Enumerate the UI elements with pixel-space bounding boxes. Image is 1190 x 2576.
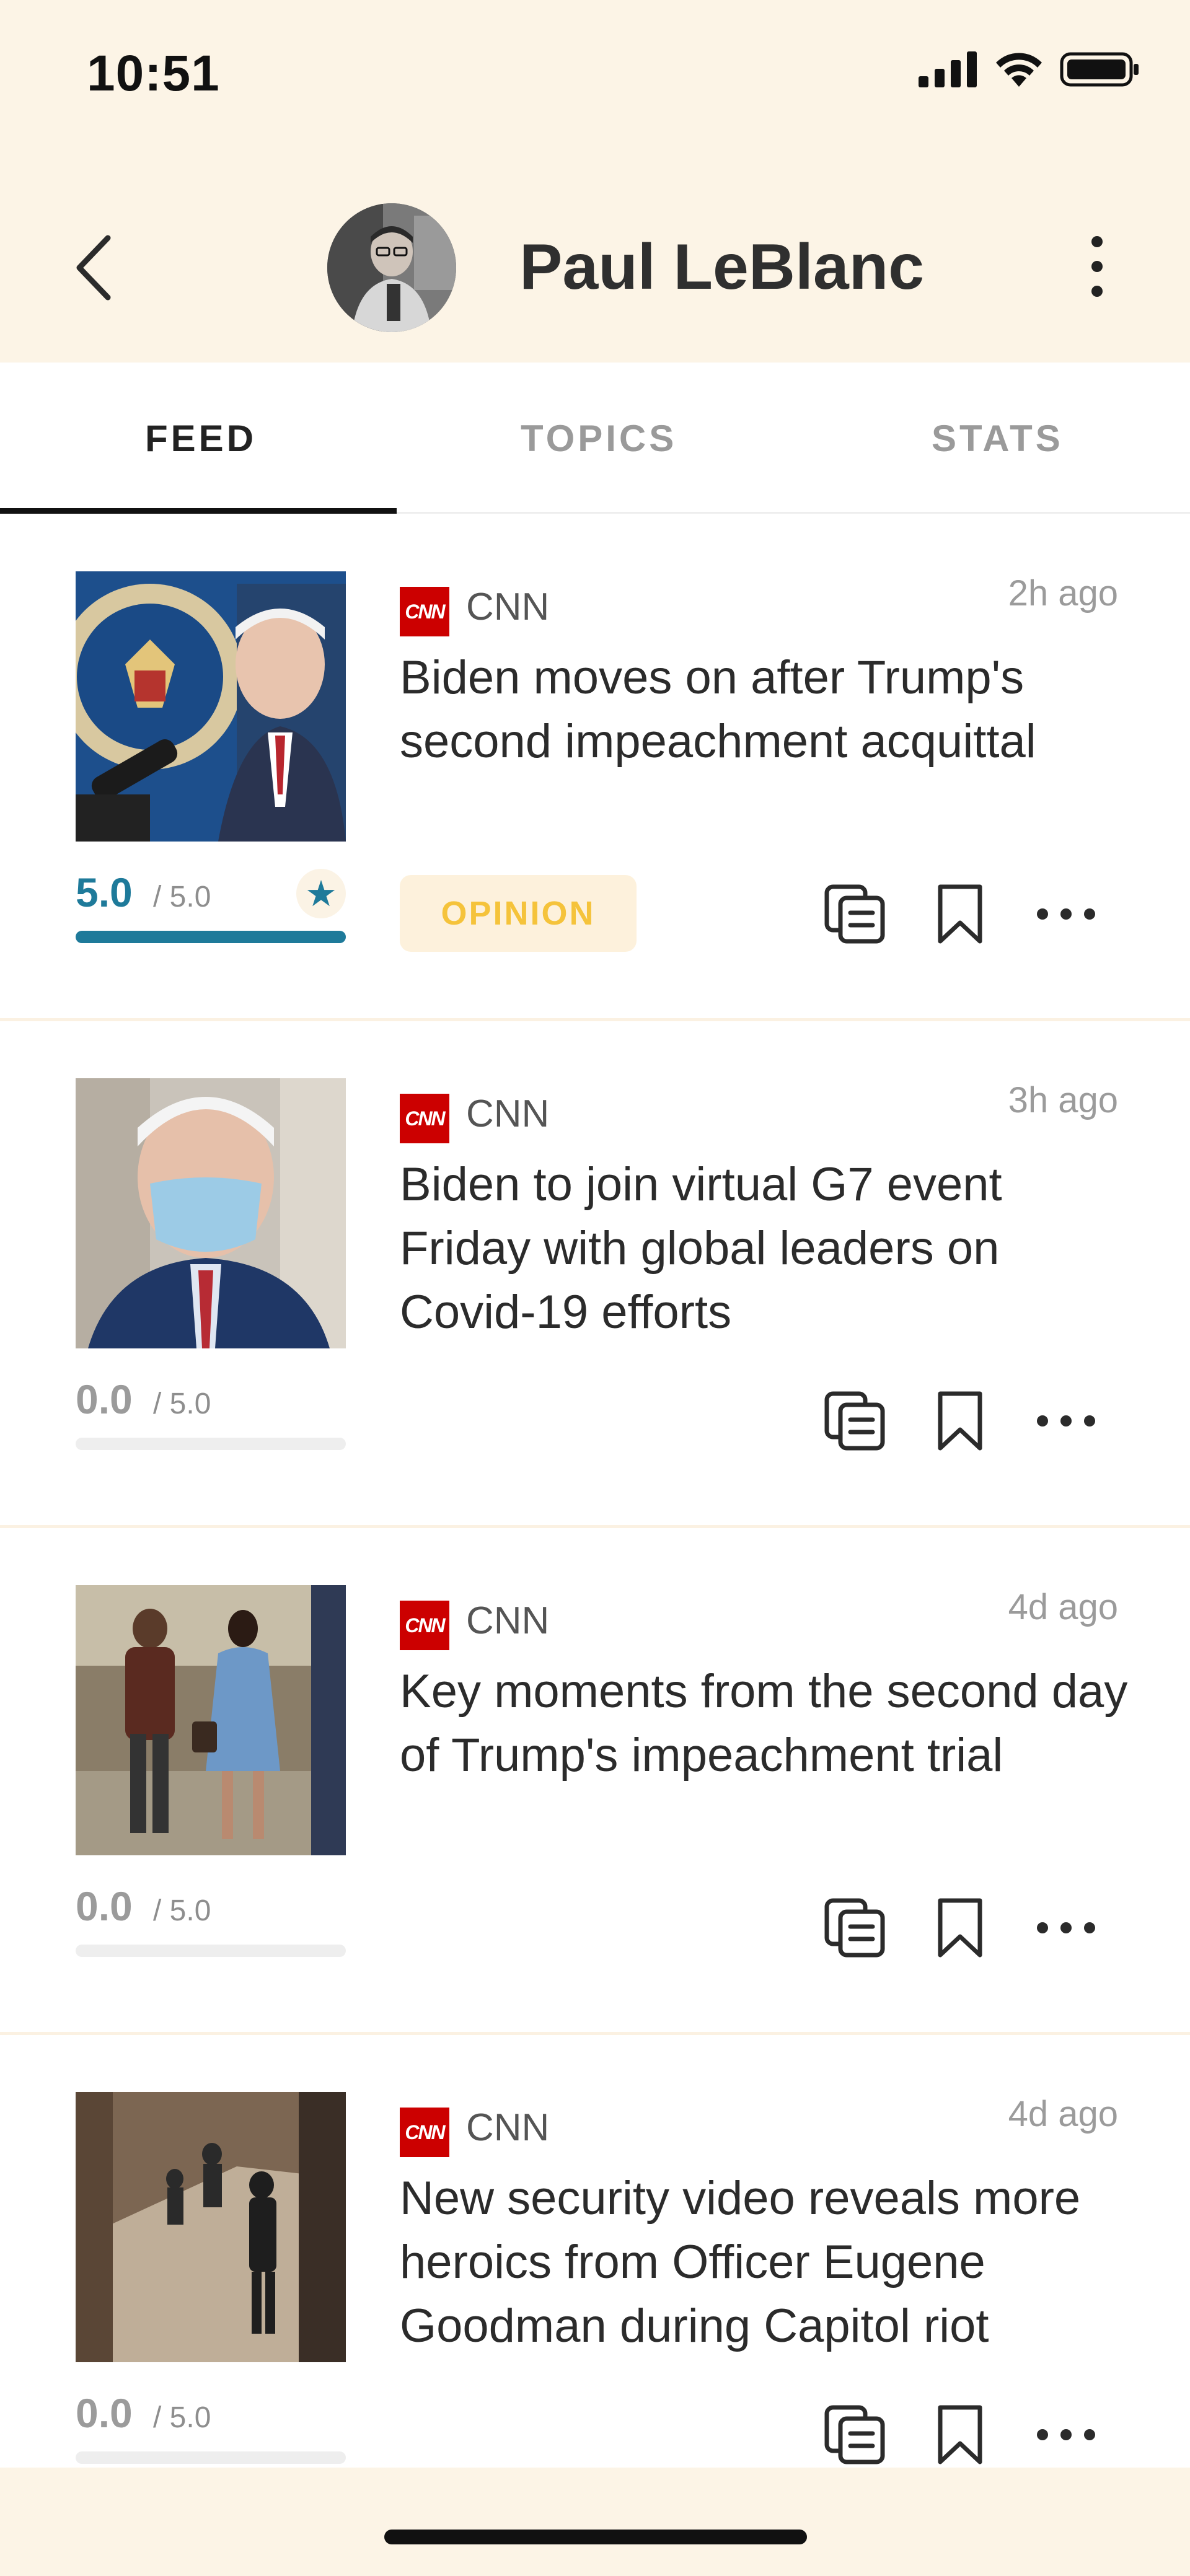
- kebab-menu-icon[interactable]: [1078, 229, 1116, 304]
- list-item[interactable]: CNN CNN 2h ago Biden moves on after Trum…: [0, 516, 1190, 1021]
- rating[interactable]: 5.0 / 5.0 ★: [76, 869, 346, 943]
- bookmark-icon[interactable]: [926, 1894, 994, 1962]
- rating-score: 0.0: [76, 1883, 133, 1929]
- chevron-left-icon[interactable]: [68, 231, 124, 305]
- feed-list[interactable]: CNN CNN 2h ago Biden moves on after Trum…: [0, 516, 1190, 2468]
- rating-score: 0.0: [76, 2390, 133, 2436]
- rating-bar: [76, 1945, 346, 1957]
- article-title[interactable]: Biden moves on after Trump's second impe…: [400, 646, 1144, 773]
- article-age: 2h ago: [1008, 573, 1118, 613]
- bookmark-icon[interactable]: [926, 2401, 994, 2468]
- more-options-icon[interactable]: [1032, 2401, 1100, 2468]
- profile-name: Paul LeBlanc: [519, 231, 925, 303]
- tab-topics[interactable]: TOPICS: [521, 417, 677, 460]
- status-bar: 10:51: [0, 0, 1190, 143]
- rating-max: / 5.0: [153, 2401, 211, 2434]
- profile-header: Paul LeBlanc: [0, 143, 1190, 363]
- cnn-logo-icon: CNN: [400, 2108, 449, 2157]
- source-name: CNN: [466, 2106, 550, 2149]
- home-indicator-area: [0, 2468, 1190, 2576]
- bookmark-icon[interactable]: [926, 1387, 994, 1455]
- rating-max: / 5.0: [153, 881, 211, 913]
- status-time: 10:51: [87, 45, 220, 102]
- summary-icon[interactable]: [821, 1387, 889, 1455]
- rating-score: 5.0: [76, 869, 133, 915]
- rating-bar: [76, 931, 346, 943]
- rating-max: / 5.0: [153, 1894, 211, 1927]
- rating[interactable]: 0.0 / 5.0: [76, 1376, 346, 1450]
- summary-icon[interactable]: [821, 880, 889, 948]
- rating[interactable]: 0.0 / 5.0: [76, 1883, 346, 1957]
- bookmark-icon[interactable]: [926, 880, 994, 948]
- rating[interactable]: 0.0 / 5.0: [76, 2389, 346, 2464]
- article-title[interactable]: Biden to join virtual G7 event Friday wi…: [400, 1153, 1144, 1344]
- rating-bar: [76, 2451, 346, 2464]
- source-name: CNN: [466, 586, 550, 628]
- list-item[interactable]: CNN CNN 4d ago New security video reveal…: [0, 2036, 1190, 2468]
- rating-score: 0.0: [76, 1376, 133, 1422]
- home-indicator[interactable]: [384, 2530, 807, 2544]
- summary-icon[interactable]: [821, 2401, 889, 2468]
- article-thumbnail[interactable]: [76, 571, 346, 842]
- article-thumbnail[interactable]: [76, 1585, 346, 1855]
- summary-icon[interactable]: [821, 1894, 889, 1962]
- source-name: CNN: [466, 1599, 550, 1642]
- battery-icon: [1060, 52, 1139, 87]
- rating-max: / 5.0: [153, 1387, 211, 1420]
- signal-icon: [919, 51, 977, 87]
- article-age: 4d ago: [1008, 1587, 1118, 1627]
- more-options-icon[interactable]: [1032, 1894, 1100, 1962]
- list-item[interactable]: CNN CNN 4d ago Key moments from the seco…: [0, 1529, 1190, 2035]
- opinion-badge: OPINION: [400, 875, 637, 952]
- system-icons: [919, 51, 1140, 88]
- list-item[interactable]: CNN CNN 3h ago Biden to join virtual G7 …: [0, 1022, 1190, 1528]
- star-icon[interactable]: ★: [296, 869, 346, 918]
- tab-stats[interactable]: STATS: [932, 417, 1064, 460]
- article-age: 3h ago: [1008, 1080, 1118, 1120]
- cnn-logo-icon: CNN: [400, 587, 449, 636]
- wifi-icon: [996, 53, 1042, 87]
- rating-bar: [76, 1438, 346, 1450]
- article-title[interactable]: New security video reveals more heroics …: [400, 2166, 1144, 2358]
- cnn-logo-icon: CNN: [400, 1094, 449, 1143]
- article-title[interactable]: Key moments from the second day of Trump…: [400, 1659, 1144, 1787]
- active-tab-indicator: [0, 508, 397, 514]
- article-thumbnail[interactable]: [76, 2092, 346, 2362]
- tab-feed[interactable]: FEED: [145, 417, 257, 460]
- more-options-icon[interactable]: [1032, 1387, 1100, 1455]
- avatar[interactable]: [327, 203, 456, 332]
- cnn-logo-icon: CNN: [400, 1601, 449, 1650]
- more-options-icon[interactable]: [1032, 880, 1100, 948]
- article-thumbnail[interactable]: [76, 1078, 346, 1348]
- source-name: CNN: [466, 1092, 550, 1135]
- article-age: 4d ago: [1008, 2094, 1118, 2134]
- tab-bar: FEED TOPICS STATS: [0, 363, 1190, 514]
